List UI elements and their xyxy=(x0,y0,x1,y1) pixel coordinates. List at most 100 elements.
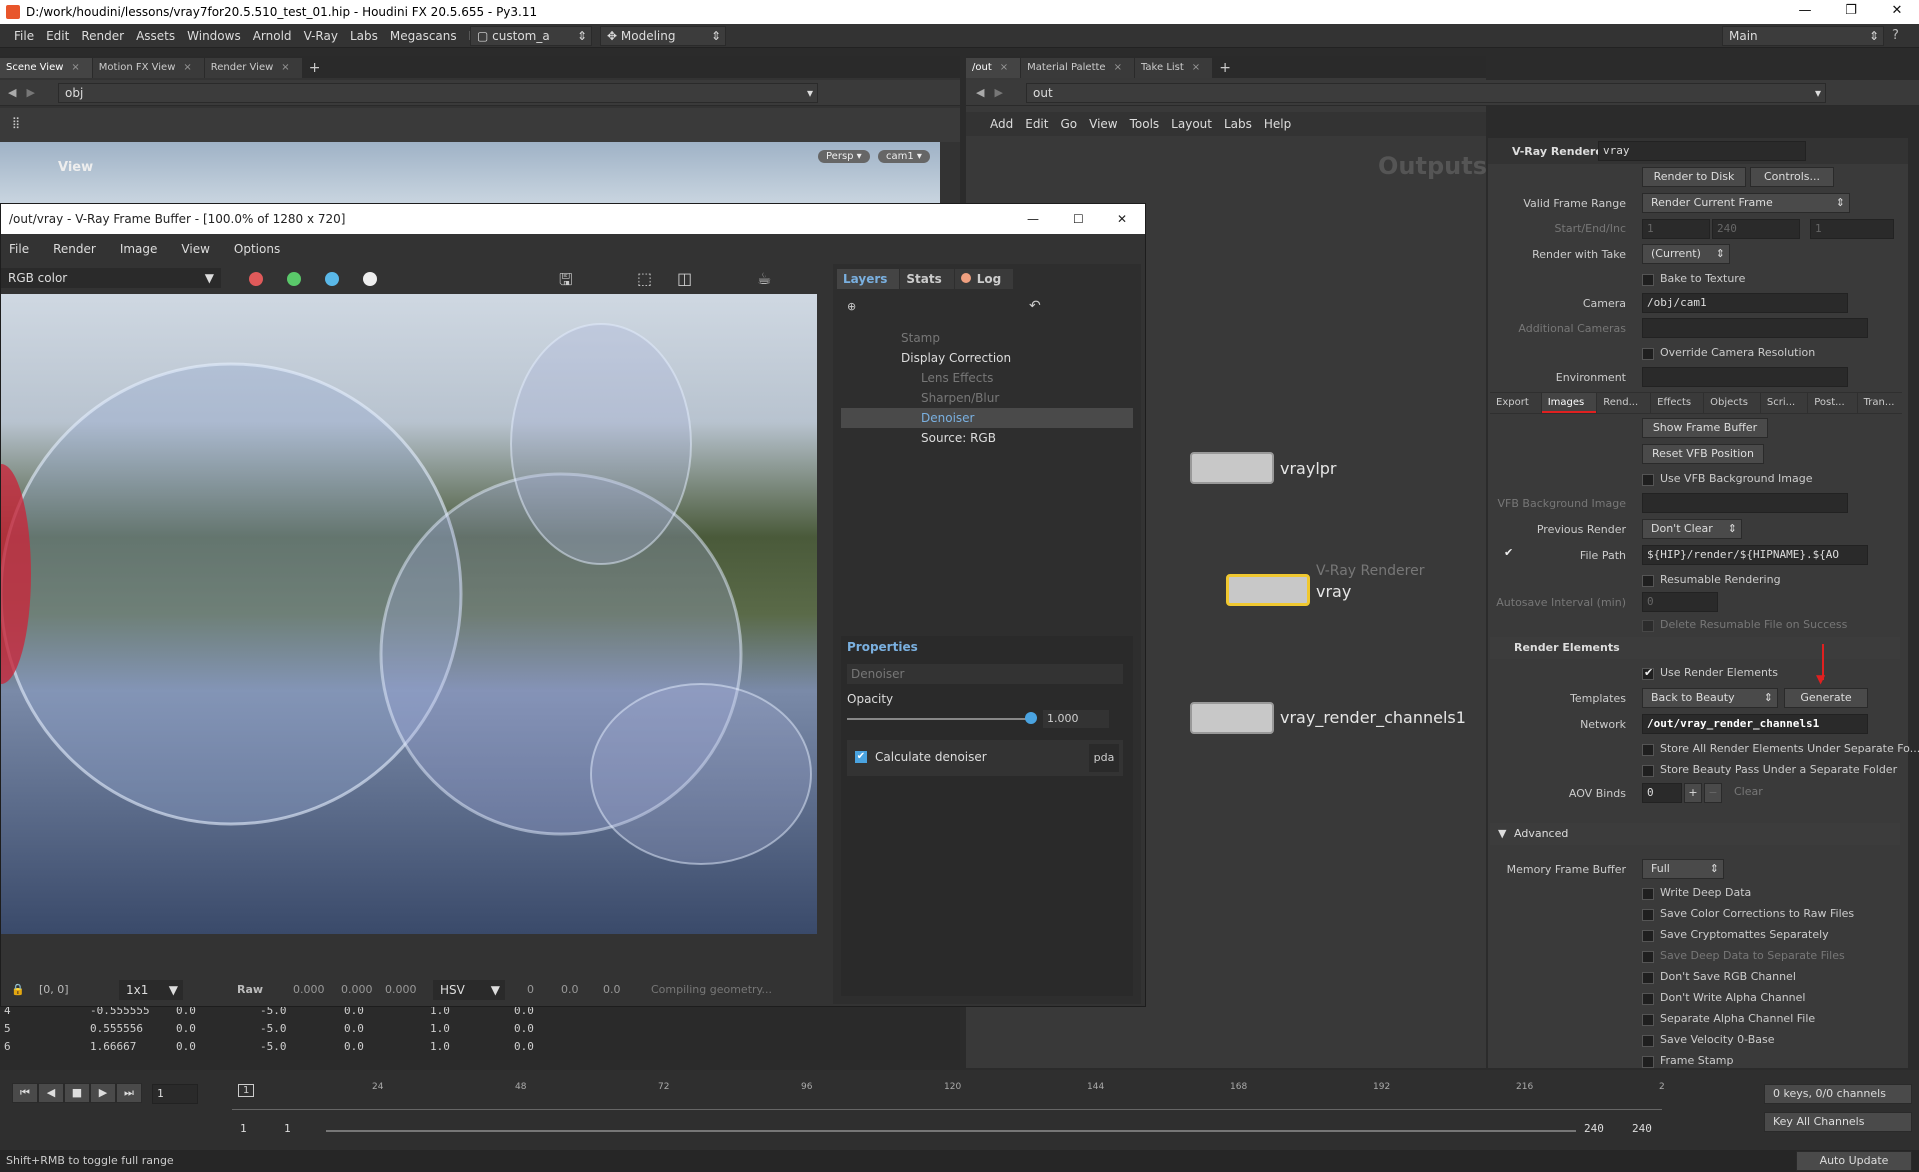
advanced-checkbox[interactable] xyxy=(1642,993,1654,1005)
key-all-channels-select[interactable]: Key All Channels xyxy=(1764,1112,1912,1132)
color-space-select[interactable]: HSV ▼ xyxy=(433,980,505,1000)
calc-denoiser-checkbox[interactable]: ✔ xyxy=(855,751,867,763)
vfb-menu-file[interactable]: File xyxy=(1,237,41,261)
templates-select[interactable]: Back to Beauty ⇕ xyxy=(1642,688,1778,708)
shelf-set-select[interactable]: Main ⇕ xyxy=(1722,26,1884,46)
menu-windows[interactable]: Windows xyxy=(181,24,247,48)
advanced-checkbox[interactable] xyxy=(1642,909,1654,921)
advanced-checkbox[interactable] xyxy=(1642,951,1654,963)
tab-images[interactable]: Images xyxy=(1541,393,1597,413)
current-frame-field[interactable]: 1 xyxy=(152,1084,198,1104)
help-icon[interactable]: ? xyxy=(1892,28,1899,43)
camera-menu[interactable]: cam1 ▾ xyxy=(878,150,930,163)
zoom-select[interactable]: 1x1 ▼ xyxy=(119,980,183,1000)
range-end2-field[interactable]: 240 xyxy=(1628,1120,1672,1140)
properties-tab[interactable]: Properties xyxy=(847,640,918,654)
vfb-menu-view[interactable]: View xyxy=(169,237,221,261)
vfb-menu-options[interactable]: Options xyxy=(222,237,292,261)
tab-export[interactable]: Export xyxy=(1490,393,1541,413)
additional-cameras-field[interactable] xyxy=(1642,318,1868,338)
memory-frame-buffer-select[interactable]: Full ⇕ xyxy=(1642,859,1724,879)
layer-display-correction[interactable]: Display Correction xyxy=(841,348,1133,368)
add-tab-button[interactable]: + xyxy=(303,58,333,78)
green-channel-toggle[interactable] xyxy=(287,272,301,286)
tab-scene-view[interactable]: Scene View × xyxy=(0,58,92,78)
aov-binds-field[interactable]: 0 xyxy=(1642,783,1682,803)
stop-button[interactable]: ■ xyxy=(64,1083,90,1103)
close-button[interactable]: ✕ xyxy=(1874,0,1919,24)
network-path-field[interactable]: out ▾ xyxy=(1026,83,1826,103)
forward-arrow-icon[interactable]: ▶ xyxy=(26,86,34,99)
camera-field[interactable]: /obj/cam1 xyxy=(1642,293,1848,313)
context-select[interactable]: ✥ Modeling ⇕ xyxy=(600,26,726,46)
network-field[interactable]: /out/vray_render_channels1 xyxy=(1642,714,1868,734)
lock-icon[interactable]: 🔒 xyxy=(11,983,25,996)
channel-select[interactable]: RGB color ▼ xyxy=(1,268,221,288)
aov-add-button[interactable]: + xyxy=(1684,783,1702,803)
advanced-checkbox[interactable] xyxy=(1642,1056,1654,1068)
menu-labs[interactable]: Labs xyxy=(344,24,384,48)
advanced-section[interactable]: ▼ Advanced xyxy=(1490,823,1900,845)
play-button[interactable]: ▶ xyxy=(90,1083,116,1103)
range-end-field[interactable]: 240 xyxy=(1580,1120,1624,1140)
net-menu-add[interactable]: Add xyxy=(984,112,1019,136)
use-vfb-bg-checkbox[interactable] xyxy=(1642,474,1654,486)
menu-megascans[interactable]: Megascans xyxy=(384,24,463,48)
maximize-button[interactable]: ❐ xyxy=(1828,0,1874,24)
resumable-checkbox[interactable] xyxy=(1642,575,1654,587)
vfb-bg-image-field[interactable] xyxy=(1642,493,1848,513)
layer-denoiser[interactable]: Denoiser xyxy=(841,408,1133,428)
timeline-ruler[interactable]: 1 24 48 72 96 120 144 168 192 216 2 xyxy=(232,1082,1665,1110)
blue-channel-toggle[interactable] xyxy=(325,272,339,286)
vfb-menu-image[interactable]: Image xyxy=(108,237,170,261)
generate-button[interactable]: Generate xyxy=(1784,688,1868,708)
tab-effects[interactable]: Effects xyxy=(1651,393,1704,413)
advanced-checkbox[interactable] xyxy=(1642,888,1654,900)
advanced-checkbox[interactable] xyxy=(1642,1035,1654,1047)
vfb-maximize-button[interactable]: ☐ xyxy=(1073,204,1084,234)
layer-lens-effects[interactable]: Lens Effects xyxy=(841,368,1133,388)
file-path-field[interactable]: ${HIP}/render/${HIPNAME}.${AO xyxy=(1642,545,1868,565)
range-start-field[interactable]: 1 xyxy=(236,1120,282,1140)
add-tab-button[interactable]: + xyxy=(1213,58,1243,78)
store-beauty-checkbox[interactable] xyxy=(1642,765,1654,777)
tab-layers[interactable]: Layers xyxy=(837,269,900,289)
layer-stamp[interactable]: Stamp xyxy=(841,328,1133,348)
environment-field[interactable] xyxy=(1642,367,1848,387)
vfb-menu-render[interactable]: Render xyxy=(41,237,108,261)
tab-log[interactable]: Log xyxy=(954,269,1014,289)
step-back-button[interactable]: ◀ xyxy=(38,1083,64,1103)
alpha-channel-toggle[interactable] xyxy=(363,272,377,286)
range-start2-field[interactable]: 1 xyxy=(280,1120,326,1140)
tab-post[interactable]: Post... xyxy=(1808,393,1857,413)
vfb-close-button[interactable]: ✕ xyxy=(1117,204,1127,234)
node-name-field[interactable]: vray xyxy=(1598,141,1806,161)
back-arrow-icon[interactable]: ◀ xyxy=(8,86,16,99)
aov-clear-button[interactable]: Clear xyxy=(1734,785,1763,798)
tab-render-view[interactable]: Render View × xyxy=(204,58,302,78)
delete-resumable-checkbox[interactable] xyxy=(1642,620,1654,632)
region-render-icon[interactable]: ⬚ xyxy=(637,269,652,288)
menu-vray[interactable]: V-Ray xyxy=(298,24,344,48)
back-arrow-icon[interactable]: ◀ xyxy=(976,86,984,99)
tab-translator[interactable]: Tran... xyxy=(1857,393,1907,413)
bake-texture-checkbox[interactable] xyxy=(1642,274,1654,286)
opacity-slider[interactable] xyxy=(847,712,1037,724)
reset-vfb-button[interactable]: Reset VFB Position xyxy=(1642,444,1764,464)
autosave-field[interactable]: 0 xyxy=(1642,592,1718,612)
advanced-checkbox[interactable] xyxy=(1642,1014,1654,1026)
previous-render-select[interactable]: Don't Clear ⇕ xyxy=(1642,519,1742,539)
keys-channels-select[interactable]: 0 keys, 0/0 channels xyxy=(1764,1084,1912,1104)
start-field[interactable]: 1 xyxy=(1642,219,1710,239)
viewport[interactable]: View Persp ▾ cam1 ▾ xyxy=(0,142,940,204)
desktop-select[interactable]: ▢ custom_a ⇕ xyxy=(470,26,592,46)
forward-arrow-icon[interactable]: ▶ xyxy=(994,86,1002,99)
save-image-icon[interactable]: 🖫 xyxy=(559,269,573,296)
jump-end-button[interactable]: ⏭ xyxy=(116,1083,142,1103)
inc-field[interactable]: 1 xyxy=(1810,219,1894,239)
minimize-button[interactable]: — xyxy=(1782,0,1828,24)
end-field[interactable]: 240 xyxy=(1712,219,1800,239)
auto-update-select[interactable]: Auto Update xyxy=(1796,1151,1912,1171)
layer-source-rgb[interactable]: Source: RGB xyxy=(841,428,1133,448)
aov-remove-button[interactable]: − xyxy=(1704,783,1722,803)
